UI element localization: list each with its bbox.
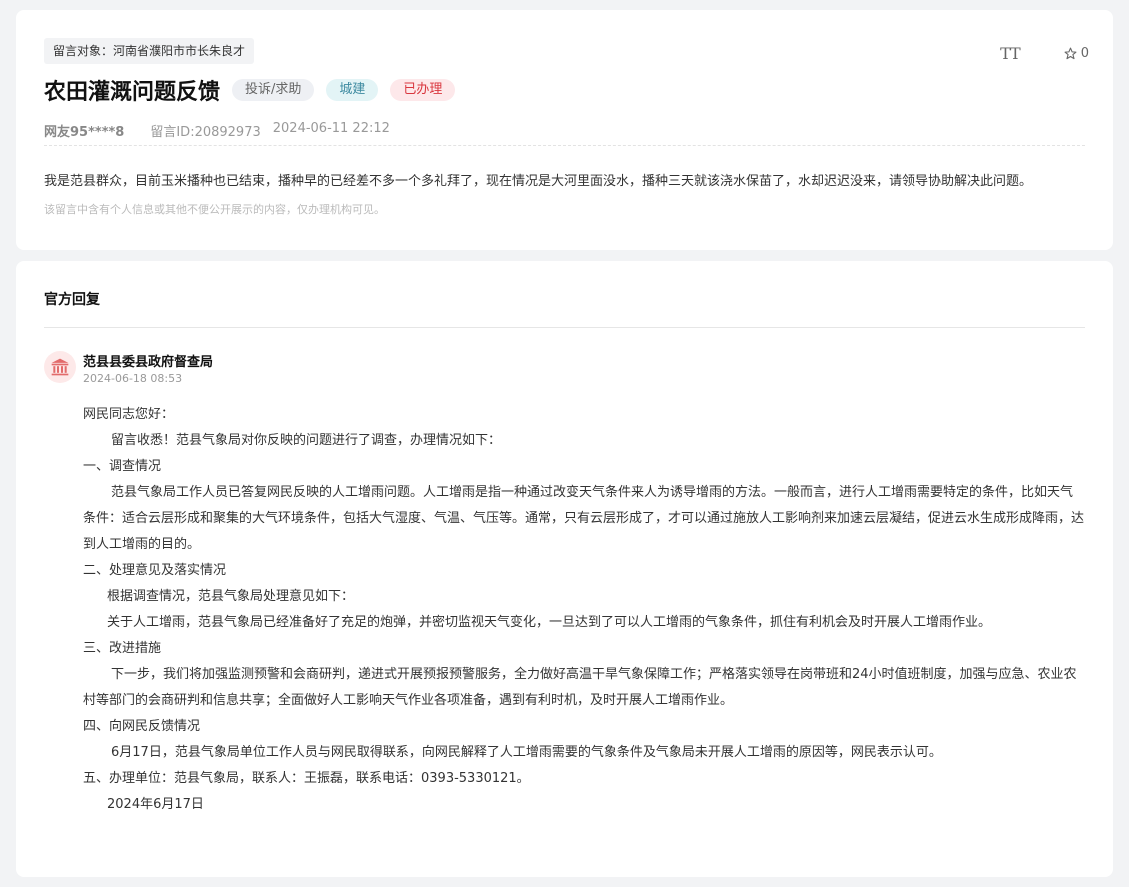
org-avatar: [44, 351, 76, 383]
reply-time: 2024-06-18 08:53: [83, 372, 183, 385]
reply-section-heading: 三、改进措施: [83, 641, 162, 656]
message-target-tag: 留言对象：河南省濮阳市市长朱良才: [44, 38, 255, 64]
reply-paragraph: 关于人工增雨，范县气象局已经准备好了充足的炮弹，并密切监视天气变化，一旦达到了可…: [107, 615, 992, 630]
reply-paragraph: 6月17日，范县气象局单位工作人员与网民取得联系，向网民解释了人工增雨需要的气象…: [111, 745, 942, 760]
type-badge: 投诉/求助: [232, 79, 315, 101]
message-title: 农田灌溉问题反馈: [44, 80, 221, 105]
reply-section-heading: 二、处理意见及落实情况: [83, 563, 227, 578]
message-toolbar: TT 0: [1000, 44, 1089, 63]
message-meta: 网友95****8 留言ID:20892973 2024-06-11 22:12: [44, 121, 390, 140]
message-card: 留言对象：河南省濮阳市市长朱良才 TT 0 农田灌溉问题反馈 投诉/求助 城建 …: [16, 10, 1113, 250]
star-icon: [1064, 47, 1077, 60]
message-datetime: 2024-06-11 22:12: [272, 121, 390, 136]
org-name: 范县县委县政府督查局: [83, 355, 214, 370]
divider: [44, 145, 1085, 146]
category-badge: 城建: [326, 79, 379, 101]
font-size-icon[interactable]: TT: [1000, 44, 1021, 63]
reply-paragraph: 范县气象局工作人员已答复网民反映的人工增雨问题。人工增雨是指一种通过改变天气条件…: [83, 485, 1085, 552]
message-id: 留言ID:20892973: [150, 125, 261, 140]
favorite-count: 0: [1080, 46, 1089, 61]
reply-section-heading: 四、向网民反馈情况: [83, 719, 201, 734]
reply-paragraph: 根据调查情况，范县气象局处理意见如下：: [107, 589, 355, 604]
title-row: 农田灌溉问题反馈 投诉/求助 城建 已办理: [44, 74, 467, 106]
privacy-note: 该留言中含有个人信息或其他不便公开展示的内容，仅办理机构可见。: [44, 203, 385, 216]
reply-section-heading: 一、调查情况: [83, 459, 162, 474]
government-building-icon: [51, 358, 69, 376]
reply-heading: 官方回复: [44, 292, 100, 308]
reply-paragraph: 下一步，我们将加强监测预警和会商研判，递进式开展预报预警服务，全力做好高温干旱气…: [83, 667, 1077, 708]
reply-body: 网民同志您好： 留言收悉！范县气象局对你反映的问题进行了调查，办理情况如下： 一…: [83, 402, 1085, 818]
reply-date: 2024年6月17日: [107, 797, 204, 812]
reply-paragraph: 留言收悉！范县气象局对你反映的问题进行了调查，办理情况如下：: [111, 433, 502, 448]
message-user: 网友95****8: [44, 125, 125, 140]
reply-greeting: 网民同志您好：: [83, 407, 175, 422]
reply-section-heading: 五、办理单位：范县气象局，联系人：王振磊，联系电话：0393-5330121。: [83, 771, 530, 786]
divider: [44, 327, 1085, 328]
message-content: 我是范县群众，目前玉米播种也已结束，播种早的已经差不多一个多礼拜了，现在情况是大…: [44, 174, 1033, 189]
favorite-button[interactable]: 0: [1064, 46, 1089, 61]
reply-card: 官方回复 范县县委县政府督查局 2024-06-18 08:53 网民同志您好：…: [16, 261, 1113, 877]
status-badge: 已办理: [390, 79, 456, 101]
